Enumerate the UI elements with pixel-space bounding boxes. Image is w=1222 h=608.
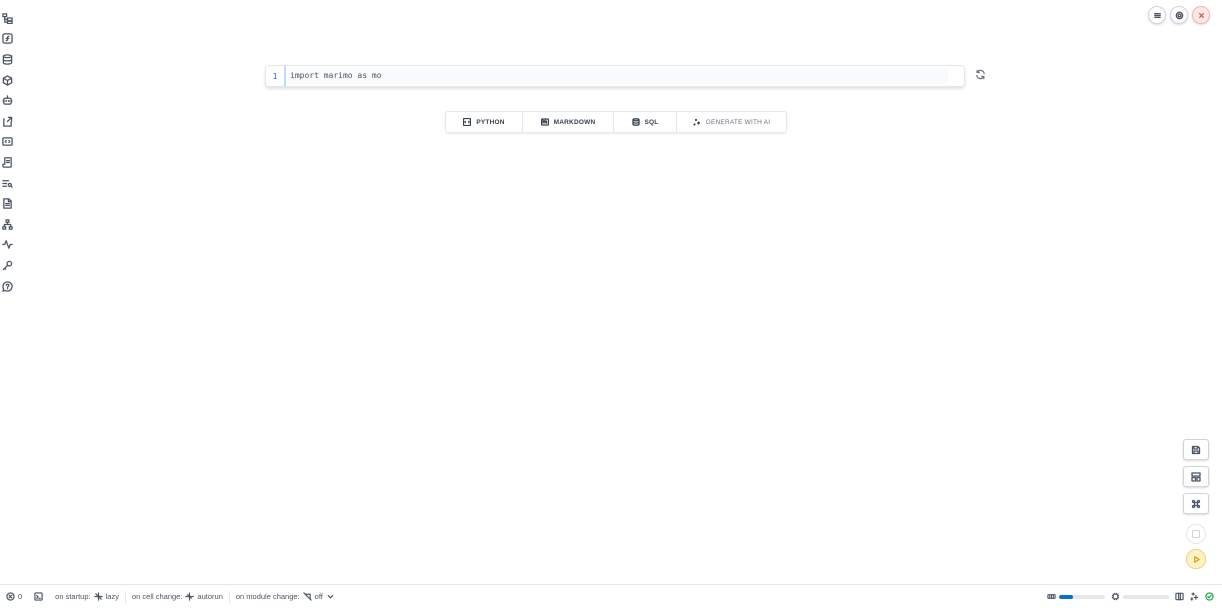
module-change-label: on module change:: [235, 592, 300, 601]
command-icon: [1191, 499, 1201, 508]
app-root: 1 import marimo as mo PYTHON MARKDOWN SQ…: [0, 0, 1222, 608]
status-footer: 0 on startup: lazy on cell change: autor…: [0, 584, 1222, 608]
terminal-icon: [34, 592, 43, 601]
check-circle-icon: [1205, 592, 1214, 601]
cpu-bar: [1123, 594, 1169, 599]
panel-toggle-button[interactable]: [1175, 592, 1184, 601]
snippets-icon[interactable]: [0, 111, 14, 132]
help-icon[interactable]: [0, 276, 14, 297]
run-all-button[interactable]: [1186, 549, 1206, 569]
module-change-mode-toggle[interactable]: on module change: off: [230, 585, 341, 608]
sql-label: SQL: [644, 118, 659, 126]
sparkles-icon: [693, 119, 700, 126]
save-button[interactable]: [1183, 439, 1209, 460]
floating-actions: [1183, 439, 1209, 514]
run-cell-button[interactable]: [973, 67, 987, 81]
cell-change-value: autorun: [197, 592, 223, 601]
markdown-icon: [540, 118, 549, 126]
add-markdown-cell-button[interactable]: MARKDOWN: [523, 112, 614, 132]
memory-bar-fill: [1059, 594, 1073, 599]
add-cell-toolbar: PYTHON MARKDOWN SQL GENERATE WITH AI: [445, 111, 787, 133]
menu-button[interactable]: [1148, 6, 1166, 24]
error-count: 0: [18, 592, 23, 601]
ai-label: GENERATE WITH AI: [705, 118, 771, 126]
settings-button[interactable]: [1170, 6, 1188, 24]
startup-value: lazy: [105, 592, 119, 601]
gear-icon: [1175, 11, 1183, 19]
python-label: PYTHON: [476, 118, 505, 126]
cell-change-label: on cell change:: [131, 592, 183, 601]
module-change-value: off: [314, 592, 323, 601]
tracing-icon[interactable]: [0, 235, 14, 256]
scratchpad-icon[interactable]: [0, 132, 14, 153]
dependencies-icon[interactable]: [0, 214, 14, 235]
outline-icon[interactable]: [0, 173, 14, 194]
connection-status[interactable]: [1205, 592, 1214, 601]
off-icon: [302, 592, 312, 601]
variables-icon[interactable]: [0, 29, 14, 50]
ai-assistant-icon[interactable]: [0, 90, 14, 111]
interrupt-button[interactable]: [1186, 524, 1206, 544]
database-icon: [631, 118, 640, 126]
command-palette-button[interactable]: [1183, 493, 1209, 514]
ai-toggle-button[interactable]: [1190, 592, 1199, 601]
shutdown-button[interactable]: [1192, 6, 1210, 24]
layout-icon: [1191, 471, 1201, 482]
top-right-controls: [1148, 6, 1210, 24]
memory-meter: [1047, 592, 1105, 601]
add-python-cell-button[interactable]: PYTHON: [446, 112, 523, 132]
markdown-label: MARKDOWN: [553, 118, 596, 126]
left-sidebar: [0, 8, 14, 296]
notes-icon[interactable]: [0, 193, 14, 214]
layout-button[interactable]: [1183, 466, 1209, 487]
line-number: 1: [266, 66, 286, 86]
menu-icon: [1153, 12, 1161, 18]
save-icon: [1191, 445, 1201, 454]
error-circle-icon: [6, 592, 15, 601]
cell-change-mode-toggle[interactable]: on cell change: autorun: [126, 585, 229, 608]
add-sql-cell-button[interactable]: SQL: [614, 112, 677, 132]
autorun-icon: [185, 592, 195, 601]
file-explorer-icon[interactable]: [0, 8, 14, 29]
error-count-button[interactable]: 0: [0, 585, 28, 608]
python-icon: [463, 118, 472, 126]
play-icon: [1193, 555, 1200, 563]
stop-icon: [1192, 530, 1200, 538]
packages-icon[interactable]: [0, 70, 14, 91]
sparkles-icon: [1190, 592, 1199, 601]
memory-icon: [1047, 594, 1056, 599]
lazy-icon: [93, 592, 103, 601]
close-icon: [1198, 12, 1204, 18]
terminal-button[interactable]: [28, 585, 49, 608]
footer-right: [1047, 592, 1222, 601]
startup-mode-toggle[interactable]: on startup: lazy: [49, 585, 125, 608]
refresh-icon: [975, 69, 985, 79]
documentation-icon[interactable]: [0, 152, 14, 173]
chevron-down-icon: [327, 595, 334, 599]
code-editor-line[interactable]: import marimo as mo: [288, 69, 948, 83]
columns-icon: [1175, 592, 1184, 601]
cpu-icon: [1111, 592, 1120, 601]
secrets-icon[interactable]: [0, 255, 14, 276]
cpu-meter: [1111, 592, 1169, 601]
generate-with-ai-button[interactable]: GENERATE WITH AI: [677, 112, 786, 132]
datasources-icon[interactable]: [0, 49, 14, 70]
startup-label: on startup:: [55, 592, 91, 601]
memory-bar: [1059, 594, 1105, 599]
code-cell[interactable]: 1 import marimo as mo: [265, 65, 965, 87]
